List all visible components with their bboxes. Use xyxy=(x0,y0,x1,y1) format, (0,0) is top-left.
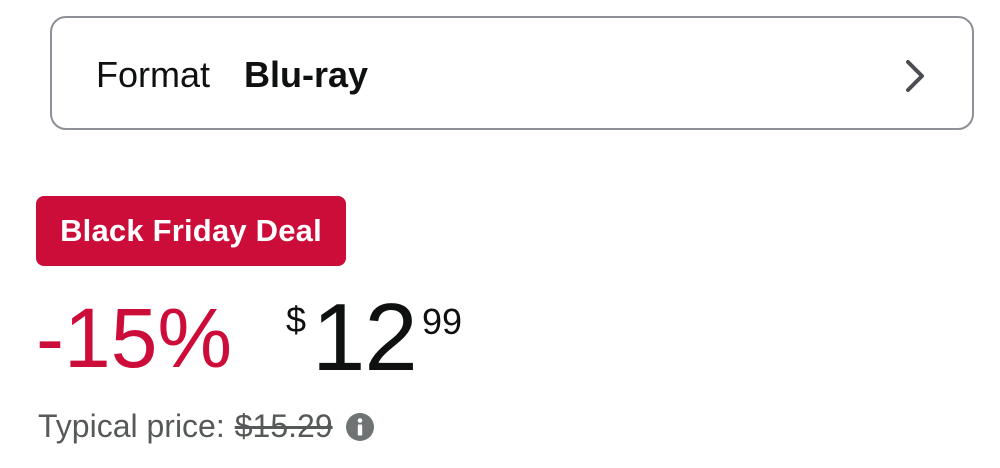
deal-badge: Black Friday Deal xyxy=(36,196,346,266)
format-label: Format xyxy=(96,54,211,95)
price-currency-symbol: $ xyxy=(286,299,307,340)
typical-price-row: Typical price: $15.29 xyxy=(38,406,375,446)
info-icon[interactable] xyxy=(345,411,375,441)
discount-percentage: -15% xyxy=(36,291,233,385)
typical-price-label: Typical price: xyxy=(38,408,225,444)
price-whole: 12 xyxy=(312,284,418,391)
format-value: Blu-ray xyxy=(244,54,369,95)
price-fraction: 99 xyxy=(422,301,463,342)
format-selector[interactable]: Format Blu-ray xyxy=(50,16,974,130)
chevron-right-icon xyxy=(900,58,932,94)
typical-price-value: $15.29 xyxy=(234,408,333,444)
